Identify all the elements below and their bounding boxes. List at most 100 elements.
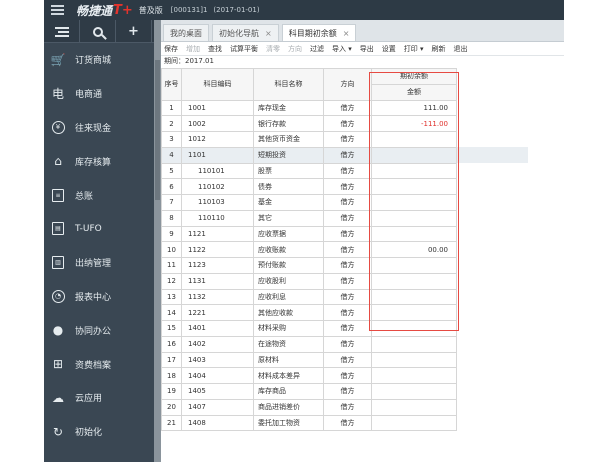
cell-amount[interactable] <box>371 288 457 306</box>
brand-logo: 畅捷通 <box>76 3 113 18</box>
cell-amount[interactable] <box>371 398 457 416</box>
table-row[interactable]: 3 1012 其他货币资金 借方 <box>161 131 528 148</box>
sidebar-item-collab[interactable]: ● 协同办公 <box>44 313 154 347</box>
toolbar-button-0[interactable]: 保存 <box>164 44 178 54</box>
plus-icon[interactable]: + <box>116 20 152 43</box>
sidebar-item-report[interactable]: ▤ T-UFO <box>44 212 154 246</box>
tab-2[interactable]: 科目期初余额 × <box>281 24 357 41</box>
cell-code: 1123 <box>181 257 254 274</box>
tab-label: 我的桌面 <box>170 28 202 38</box>
sidebar-item-shop[interactable]: 电电商通 <box>44 77 154 111</box>
cell-amount[interactable] <box>371 320 457 337</box>
table-row[interactable]: 17 1403 原材料 借方 <box>161 351 528 369</box>
table-row[interactable]: 13 1132 应收利息 借方 <box>161 288 528 306</box>
cell-seq: 4 <box>161 146 182 164</box>
table-row[interactable]: 20 1407 商品进销差价 借方 <box>161 398 528 416</box>
table-row[interactable]: 9 1121 应收票据 借方 <box>161 225 528 243</box>
table-row[interactable]: 5 110101 股票 借方 <box>161 162 528 180</box>
table-row[interactable]: 12 1131 应收股利 借方 <box>161 272 528 290</box>
table-row[interactable]: 21 1408 委托加工物资 借方 <box>161 414 528 432</box>
toolbar-button-4[interactable]: 清零 <box>266 44 280 54</box>
menu-icon[interactable] <box>44 20 80 43</box>
cell-code: 110110 <box>181 209 254 227</box>
cell-amount[interactable] <box>371 257 457 274</box>
cell-blank <box>457 100 528 116</box>
cell-amount[interactable]: 111.00 <box>371 99 457 117</box>
sidebar-item-init[interactable]: ↻ 初始化 <box>44 415 154 449</box>
sidebar-item-warehouse[interactable]: ⌂ 库存核算 <box>44 144 154 178</box>
toolbar-button-9[interactable]: 设置 <box>382 44 396 54</box>
table-row[interactable]: 4 1101 短期投资 借方 <box>161 146 528 164</box>
cell-amount[interactable]: -111.00 <box>371 115 457 132</box>
toolbar-button-2[interactable]: 查找 <box>208 44 222 54</box>
cell-code: 1404 <box>181 367 254 384</box>
sidebar-item-yuan[interactable]: ¥ 往来现金 <box>44 111 154 145</box>
table-row[interactable]: 15 1401 材料采购 借方 <box>161 320 528 337</box>
table-row[interactable]: 19 1405 库存商品 借方 <box>161 383 528 400</box>
cell-code: 1408 <box>181 414 254 432</box>
cloud-icon-glyph: ☁ <box>52 390 64 405</box>
toolbar-button-7[interactable]: 导入 ▾ <box>332 44 352 54</box>
table-row[interactable]: 14 1221 其他应收款 借方 <box>161 304 528 321</box>
col-header-amount[interactable]: 金额 <box>371 83 457 101</box>
sidebar-item-cashier[interactable]: ▥ 出纳管理 <box>44 246 154 280</box>
sidebar-collapse-strip[interactable] <box>154 20 161 462</box>
sidebar-item-cart[interactable]: 🛒 订货商城 <box>44 43 154 77</box>
toolbar-button-3[interactable]: 试算平衡 <box>230 44 258 54</box>
cell-amount[interactable] <box>371 367 457 384</box>
table-row[interactable]: 10 1122 应收账款 借方 00.00 <box>161 241 528 258</box>
sidebar-item-ledger[interactable]: ≡ 总账 <box>44 178 154 212</box>
table-row[interactable]: 1 1001 库存现金 借方 111.00 <box>161 99 528 117</box>
table-row[interactable]: 2 1002 银行存款 借方 -111.00 <box>161 115 528 132</box>
toolbar-button-10[interactable]: 打印 ▾ <box>404 44 424 54</box>
sidebar-item-archive[interactable]: ⊞ 资费档案 <box>44 347 154 381</box>
cell-amount[interactable] <box>371 162 457 180</box>
cell-amount[interactable] <box>371 272 457 290</box>
sidebar-item-label: 往来现金 <box>75 123 112 134</box>
sidebar-item-label: 电商通 <box>75 90 103 101</box>
cell-amount[interactable] <box>371 335 457 353</box>
col-header-name[interactable]: 科目名称 <box>253 68 324 101</box>
toolbar-button-8[interactable]: 导出 <box>360 44 374 54</box>
table-row[interactable]: 16 1402 在途物资 借方 <box>161 335 528 353</box>
sidebar-item-cloud[interactable]: ☁ 云应用 <box>44 381 154 415</box>
cell-direction: 借方 <box>323 146 372 164</box>
cell-amount[interactable] <box>371 146 457 164</box>
table-row[interactable]: 11 1123 预付账款 借方 <box>161 257 528 274</box>
cell-amount[interactable] <box>371 194 457 211</box>
cell-amount[interactable] <box>371 383 457 400</box>
cell-amount[interactable] <box>371 351 457 369</box>
toolbar-button-6[interactable]: 过滤 <box>310 44 324 54</box>
cell-direction: 借方 <box>323 414 372 432</box>
table-row[interactable]: 18 1404 材料成本差异 借方 <box>161 367 528 384</box>
cell-amount[interactable] <box>371 304 457 321</box>
tab-1[interactable]: 初始化导航 × <box>212 24 279 41</box>
toolbar-button-5[interactable]: 方向 <box>288 44 302 54</box>
toolbar-button-11[interactable]: 刷新 <box>432 44 446 54</box>
close-icon[interactable]: × <box>343 29 350 38</box>
cell-amount[interactable]: 00.00 <box>371 241 457 258</box>
tab-0[interactable]: 我的桌面 <box>163 24 209 41</box>
cell-amount[interactable] <box>371 209 457 227</box>
toolbar-button-12[interactable]: 退出 <box>454 44 468 54</box>
cell-amount[interactable] <box>371 414 457 432</box>
cell-direction: 借方 <box>323 367 372 384</box>
cell-blank <box>457 305 528 321</box>
table-row[interactable]: 6 110102 债券 借方 <box>161 178 528 195</box>
col-header-seq[interactable]: 序号 <box>161 68 182 101</box>
cell-amount[interactable] <box>371 178 457 195</box>
cell-blank <box>457 132 528 148</box>
table-row[interactable]: 7 110103 基金 借方 <box>161 194 528 211</box>
cell-amount[interactable] <box>371 131 457 148</box>
close-icon[interactable]: × <box>265 29 272 38</box>
app-menu-icon[interactable] <box>44 0 70 20</box>
toolbar-button-1[interactable]: 增加 <box>186 44 200 54</box>
search-icon[interactable] <box>80 20 116 43</box>
sidebar-item-chart[interactable]: ◔ 报表中心 <box>44 280 154 314</box>
cell-amount[interactable] <box>371 225 457 243</box>
cashier-icon-glyph: ▥ <box>52 256 64 270</box>
col-header-direction[interactable]: 方向 <box>323 68 372 101</box>
table-row[interactable]: 8 110110 其它 借方 <box>161 209 528 227</box>
report-icon: ▤ <box>50 221 66 237</box>
col-header-code[interactable]: 科目编码 <box>181 68 254 101</box>
